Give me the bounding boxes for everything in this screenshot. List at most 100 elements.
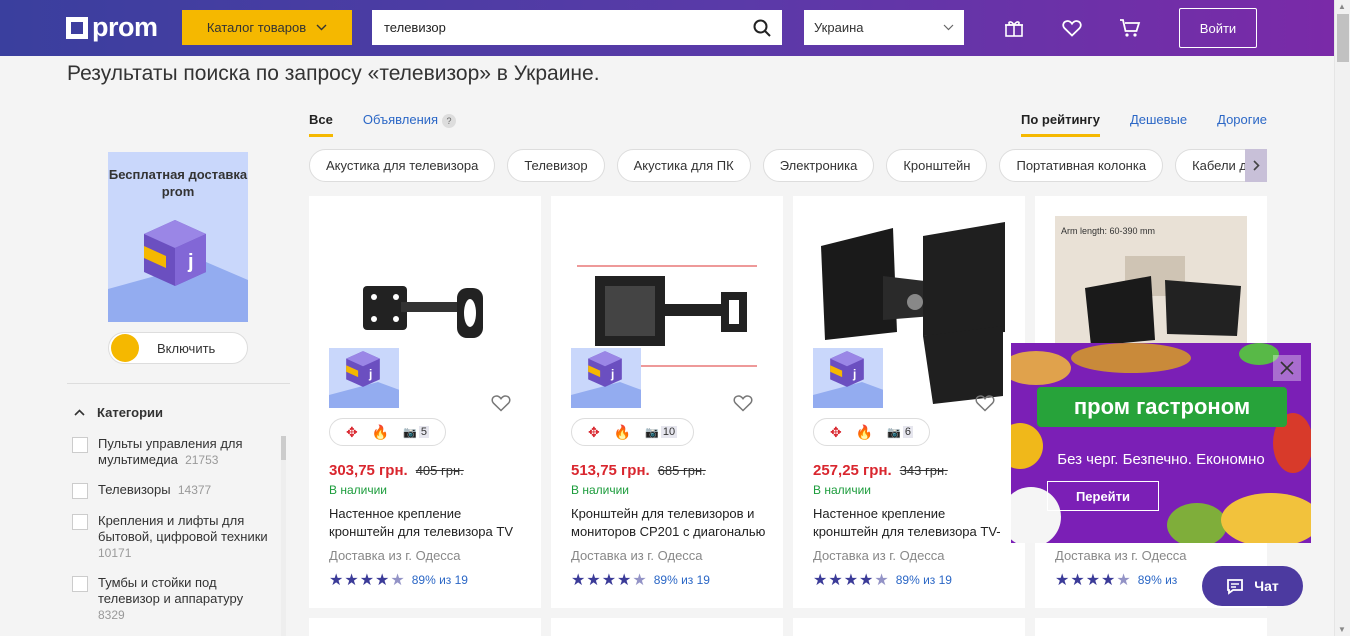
product-rating: ★★★★★ 89% из 19 bbox=[571, 570, 710, 590]
logo-square-icon bbox=[66, 16, 88, 39]
category-text: Крепления и лифты для бытовой, цифровой … bbox=[98, 513, 277, 561]
sort-by-rating[interactable]: По рейтингу bbox=[1021, 112, 1100, 137]
favorite-heart-icon[interactable] bbox=[491, 394, 511, 412]
category-checkbox[interactable] bbox=[72, 514, 88, 530]
chip[interactable]: Телевизор bbox=[507, 149, 605, 182]
category-checkbox[interactable] bbox=[72, 576, 88, 592]
product-card-next-row bbox=[1035, 618, 1267, 636]
product-name[interactable]: Кронштейн для телевизоров и мониторов CP… bbox=[571, 505, 767, 541]
category-checkbox[interactable] bbox=[72, 437, 88, 453]
rating-stars: ★★★★★ bbox=[329, 572, 406, 589]
old-price: 405 грн. bbox=[415, 463, 464, 478]
scroll-up-icon[interactable]: ▲ bbox=[1338, 2, 1346, 11]
rating-text[interactable]: 89% из 19 bbox=[654, 573, 710, 587]
categories-header[interactable]: Категории bbox=[74, 405, 163, 420]
promo-cube-icon: j bbox=[144, 220, 206, 286]
chevron-down-icon bbox=[943, 24, 954, 31]
help-icon[interactable]: ? bbox=[442, 114, 457, 128]
chat-icon bbox=[1227, 578, 1244, 595]
rating-text[interactable]: 89% из 19 bbox=[412, 573, 468, 587]
photo-count: 📷 5 bbox=[403, 426, 429, 439]
gastronom-ad-popup[interactable]: пром гастроном Без черг. Безпечно. Еконо… bbox=[1011, 343, 1311, 543]
category-text: Тумбы и стойки под телевизор и аппаратур… bbox=[98, 575, 277, 623]
current-price: 513,75 грн. bbox=[571, 462, 650, 479]
chip[interactable]: Кронштейн bbox=[886, 149, 988, 182]
cart-icon[interactable] bbox=[1119, 17, 1141, 39]
chevron-down-icon bbox=[316, 24, 327, 31]
nova-poshta-icon: ✥ bbox=[588, 423, 600, 440]
category-count: 21753 bbox=[185, 453, 219, 467]
chevron-right-icon bbox=[1252, 160, 1260, 171]
category-scroll-thumb[interactable] bbox=[281, 436, 286, 460]
chips-next-button[interactable] bbox=[1245, 149, 1267, 182]
scroll-down-icon[interactable]: ▼ bbox=[1338, 625, 1346, 634]
free-delivery-promo[interactable]: Бесплатная доставка prom j bbox=[108, 152, 248, 322]
chip[interactable]: Акустика для телевизора bbox=[309, 149, 496, 182]
fire-icon: 🔥 bbox=[371, 423, 390, 440]
product-name[interactable]: Настенное крепление кронштейн для телеви… bbox=[813, 505, 1009, 541]
toggle-label: Включить bbox=[157, 340, 216, 356]
svg-text:j: j bbox=[187, 251, 194, 273]
related-chips: Акустика для телевизора Телевизор Акусти… bbox=[309, 149, 1267, 182]
favorite-heart-icon[interactable] bbox=[975, 394, 995, 412]
category-checkbox[interactable] bbox=[72, 483, 88, 499]
product-card-next-row bbox=[551, 618, 783, 636]
rating-stars: ★★★★★ bbox=[1055, 572, 1132, 589]
heart-icon[interactable] bbox=[1061, 17, 1083, 39]
chip[interactable]: Портативная колонка bbox=[999, 149, 1164, 182]
login-button[interactable]: Войти bbox=[1179, 8, 1257, 48]
category-item[interactable]: Крепления и лифты для бытовой, цифровой … bbox=[72, 513, 277, 561]
tab-ads-label: Объявления bbox=[362, 112, 439, 127]
chat-button[interactable]: Чат bbox=[1202, 566, 1303, 606]
chip[interactable]: Электроника bbox=[762, 149, 875, 182]
free-delivery-toggle[interactable]: Включить bbox=[108, 332, 248, 364]
category-scrollbar[interactable] bbox=[281, 436, 286, 636]
svg-text:j: j bbox=[368, 367, 372, 381]
chip[interactable]: Акустика для ПК bbox=[616, 149, 751, 182]
free-delivery-badge: j bbox=[329, 348, 399, 408]
promo-cube-icon: j bbox=[346, 351, 380, 387]
chevron-up-icon bbox=[74, 409, 85, 416]
ad-close-button[interactable] bbox=[1273, 355, 1301, 381]
sort-expensive[interactable]: Дорогие bbox=[1217, 112, 1267, 137]
rating-stars: ★★★★★ bbox=[571, 572, 648, 589]
product-rating: ★★★★★ 89% из 19 bbox=[329, 570, 468, 590]
category-list: Пульты управления для мультимедиа 21753 … bbox=[72, 436, 277, 636]
page-scrollbar[interactable]: ▲ ▼ bbox=[1334, 0, 1350, 636]
category-item[interactable]: Пульты управления для мультимедиа 21753 bbox=[72, 436, 277, 468]
product-card[interactable]: j ✥ 🔥 📷 6 257,25 грн. 343 грн. В наличии Н… bbox=[793, 196, 1025, 608]
product-price: 257,25 грн. 343 грн. bbox=[813, 462, 948, 479]
scrollbar-thumb[interactable] bbox=[1337, 14, 1349, 62]
category-item[interactable]: Тумбы и стойки под телевизор и аппаратур… bbox=[72, 575, 277, 623]
category-item[interactable]: Телевизоры 14377 bbox=[72, 482, 277, 499]
free-delivery-badge: j bbox=[571, 348, 641, 408]
catalog-button[interactable]: Каталог товаров bbox=[182, 10, 352, 45]
rating-text[interactable]: 89% из 19 bbox=[896, 573, 952, 587]
food-decoration bbox=[1221, 493, 1311, 543]
tab-all[interactable]: Все bbox=[309, 112, 333, 137]
product-card[interactable]: j ✥ 🔥 📷 10 513,75 грн. 685 грн. В наличии … bbox=[551, 196, 783, 608]
gift-icon[interactable] bbox=[1003, 17, 1025, 39]
sort-cheap[interactable]: Дешевые bbox=[1130, 112, 1187, 137]
ad-brand-banner: пром гастроном bbox=[1037, 387, 1287, 427]
search-box bbox=[372, 10, 782, 45]
camera-icon: 📷 bbox=[645, 426, 659, 439]
search-icon[interactable] bbox=[742, 10, 782, 45]
product-card[interactable]: j ✥ 🔥 📷 5 303,75 грн. 405 грн. В наличии Н… bbox=[309, 196, 541, 608]
region-select[interactable]: Украина bbox=[804, 10, 964, 45]
free-delivery-badge: j bbox=[813, 348, 883, 408]
svg-text:j: j bbox=[852, 367, 856, 381]
product-badges: ✥ 🔥 📷 6 bbox=[813, 418, 930, 446]
fire-icon: 🔥 bbox=[613, 423, 632, 440]
product-name[interactable]: Настенное крепление кронштейн для телеви… bbox=[329, 505, 525, 541]
logo[interactable]: prom bbox=[66, 12, 158, 43]
search-input[interactable] bbox=[372, 10, 742, 45]
camera-icon: 📷 bbox=[887, 426, 901, 439]
rating-text[interactable]: 89% из bbox=[1138, 573, 1178, 587]
favorite-heart-icon[interactable] bbox=[733, 394, 753, 412]
camera-icon: 📷 bbox=[403, 426, 417, 439]
ad-go-button[interactable]: Перейти bbox=[1047, 481, 1159, 511]
category-count: 8329 bbox=[98, 608, 125, 622]
promo-cube-icon: j bbox=[588, 351, 622, 387]
tab-ads[interactable]: Объявления? bbox=[362, 112, 457, 137]
